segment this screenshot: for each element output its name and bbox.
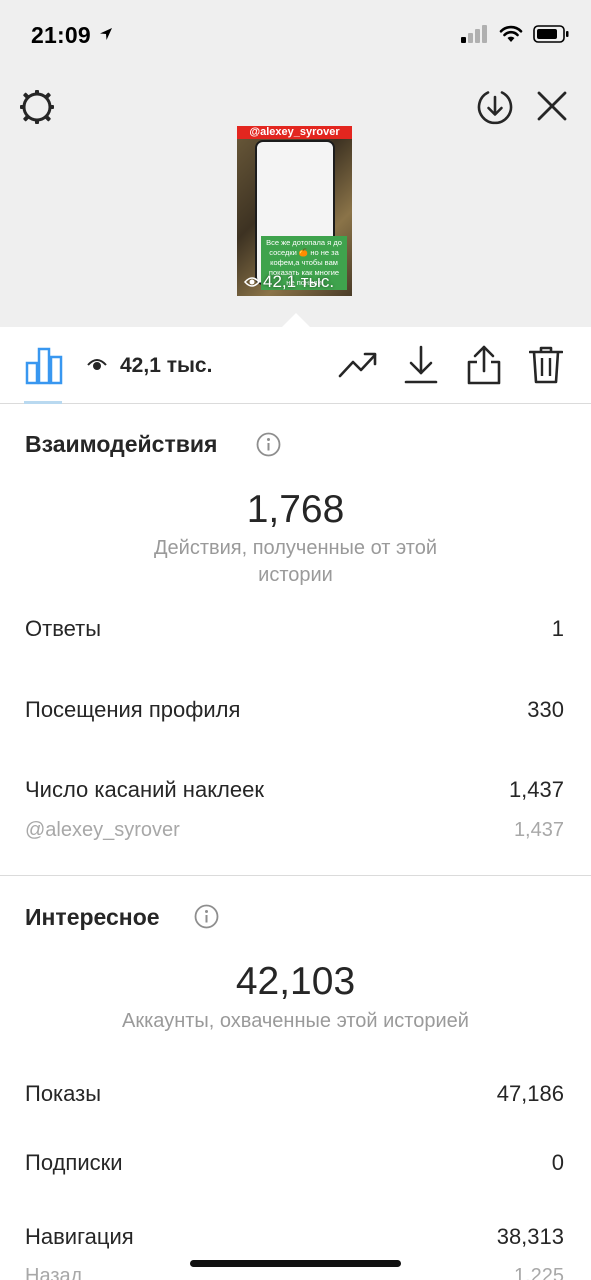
bar-chart-icon[interactable]	[25, 347, 63, 390]
section-divider	[0, 875, 591, 876]
download-icon[interactable]	[404, 345, 438, 390]
story-views-overlay: 42,1 тыс.	[244, 272, 334, 292]
share-icon[interactable]	[466, 344, 502, 391]
status-bar: 21:09	[0, 0, 591, 70]
navigation-value: 38,313	[496, 1224, 564, 1249]
replies-value: 1	[551, 616, 564, 641]
interactions-total: 1,768	[246, 488, 345, 531]
back-value: 1,225	[513, 1265, 564, 1280]
thumbnail-pointer	[282, 313, 310, 327]
profile-visits-value: 330	[527, 697, 564, 722]
story-thumbnail[interactable]: @alexey_syrover Все же дотопала я до сос…	[237, 126, 352, 296]
discovery-total-label: Аккаунты, охваченные этой историей	[122, 1010, 469, 1032]
active-tab-indicator	[24, 401, 62, 404]
mention-sticker-value: 1,437	[513, 819, 564, 841]
back-label: Назад	[25, 1265, 83, 1280]
story-views-value: 42,1 тыс.	[263, 272, 335, 291]
info-icon[interactable]	[194, 904, 219, 934]
location-arrow-icon	[98, 26, 114, 47]
story-header-area: 21:09 @alexey_syrover Все же дотопала я …	[0, 0, 591, 327]
trash-icon[interactable]	[528, 345, 564, 390]
story-username-banner: @alexey_syrover	[237, 126, 352, 139]
home-indicator[interactable]	[190, 1260, 401, 1267]
sticker-taps-value: 1,437	[508, 777, 564, 802]
insights-toolbar: 42,1 тыс.	[0, 327, 591, 404]
signal-icon	[461, 25, 489, 48]
mention-sticker-label: @alexey_syrover	[25, 819, 180, 841]
download-circle-icon[interactable]	[476, 88, 514, 131]
views-count: 42,1 тыс.	[120, 354, 213, 377]
discovery-title: Интересное	[25, 904, 160, 930]
follows-label: Подписки	[25, 1150, 123, 1175]
battery-icon	[533, 25, 569, 48]
info-icon[interactable]	[256, 432, 281, 462]
gear-icon[interactable]	[18, 88, 56, 131]
navigation-label: Навигация	[25, 1224, 134, 1249]
trend-icon[interactable]	[338, 349, 378, 384]
status-indicators	[461, 25, 569, 48]
interactions-title: Взаимодействия	[25, 431, 218, 457]
sticker-taps-label: Число касаний наклеек	[25, 777, 264, 802]
interactions-total-label: Действия, полученные от этой истории	[153, 537, 437, 586]
status-time: 21:09	[31, 22, 91, 48]
replies-label: Ответы	[25, 616, 102, 641]
impressions-value: 47,186	[496, 1081, 564, 1106]
eye-icon	[244, 277, 260, 287]
follows-value: 0	[551, 1150, 564, 1175]
impressions-label: Показы	[25, 1081, 102, 1106]
profile-visits-label: Посещения профиля	[25, 697, 241, 722]
discovery-total: 42,103	[235, 960, 356, 1003]
wifi-icon	[499, 25, 523, 48]
close-icon[interactable]	[536, 90, 568, 127]
eye-icon	[87, 358, 107, 377]
